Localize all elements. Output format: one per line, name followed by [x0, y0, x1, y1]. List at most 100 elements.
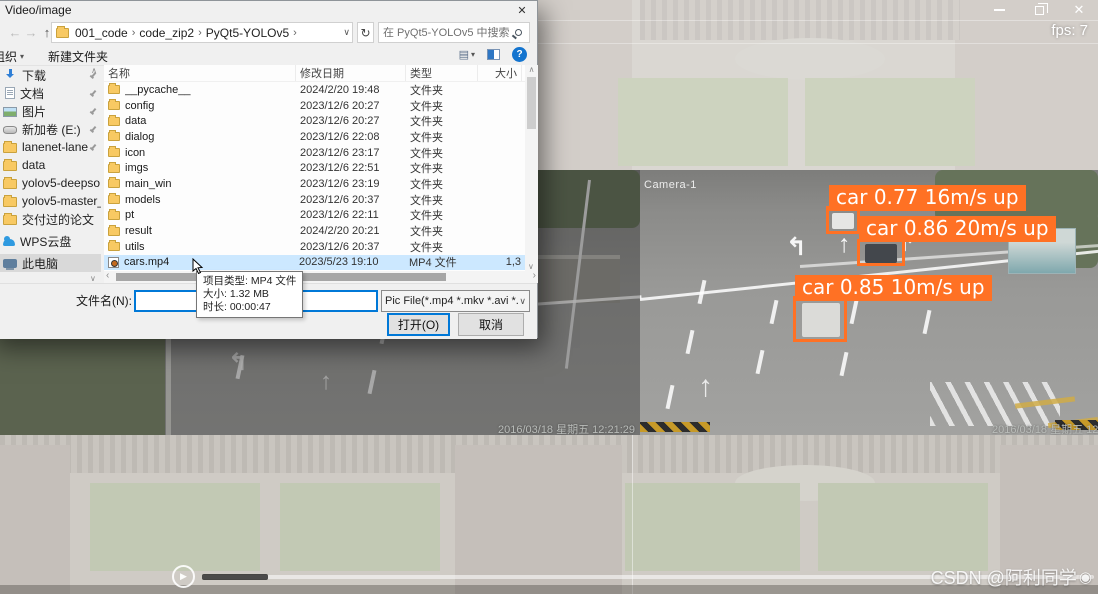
- scroll-down-icon[interactable]: ∨: [90, 274, 96, 283]
- file-date: 2023/12/6 22:51: [300, 162, 410, 174]
- help-button[interactable]: ?: [512, 47, 527, 62]
- sidebar-item-图片[interactable]: 图片: [0, 102, 101, 120]
- column-date[interactable]: 修改日期: [296, 65, 406, 81]
- picture-icon: [3, 107, 17, 117]
- scrollbar-thumb[interactable]: [527, 77, 536, 129]
- breadcrumb-item[interactable]: 001_code: [72, 26, 131, 40]
- sidebar-item-yolov5-deepso[interactable]: yolov5-deepso: [0, 174, 101, 192]
- file-type: 文件夹: [410, 98, 482, 114]
- sidebar-item-yolov5-master_[interactable]: yolov5-master_: [0, 192, 101, 210]
- drive-icon: [3, 126, 17, 134]
- view-mode-button[interactable]: ▤ ▾: [459, 48, 475, 61]
- cloud-icon: [3, 239, 15, 246]
- sidebar-item-交付过的论文[interactable]: 交付过的论文: [0, 210, 101, 228]
- file-date: 2023/12/6 23:17: [300, 147, 410, 159]
- play-button[interactable]: ▶: [172, 565, 195, 588]
- open-button[interactable]: 打开(O): [387, 313, 450, 336]
- folder-icon: [3, 179, 17, 189]
- file-name: utils: [125, 241, 300, 253]
- file-name: dialog: [125, 131, 300, 143]
- close-button[interactable]: ✕: [1066, 2, 1092, 18]
- file-row-main_win[interactable]: main_win 2023/12/6 23:19 文件夹: [104, 176, 525, 192]
- file-name: imgs: [125, 162, 300, 174]
- search-input[interactable]: [379, 27, 515, 39]
- scroll-up-icon[interactable]: ∧: [529, 65, 535, 74]
- sidebar-item-WPS云盘[interactable]: WPS云盘: [0, 232, 101, 250]
- tooltip-line: 时长: 00:00:47: [203, 301, 296, 314]
- play-icon: ▶: [180, 571, 187, 582]
- sidebar-item-新加卷 (E:)[interactable]: 新加卷 (E:): [0, 120, 101, 138]
- breadcrumb-item[interactable]: code_zip2: [136, 26, 197, 40]
- watermark-text: CSDN @阿利同学: [931, 564, 1077, 590]
- pc-icon: [3, 259, 17, 268]
- file-date: 2023/12/6 23:19: [300, 178, 410, 190]
- filetype-dropdown[interactable]: Pic File(*.mp4 *.mkv *.avi *.fh ∨: [381, 290, 530, 312]
- breadcrumb[interactable]: 001_code›code_zip2›PyQt5-YOLOv5› ∨: [51, 22, 353, 43]
- dialog-close-button[interactable]: ✕: [511, 2, 533, 18]
- file-list-hscrollbar[interactable]: ‹ ›: [104, 271, 538, 283]
- file-date: 2023/12/6 22:08: [300, 131, 410, 143]
- breadcrumb-item[interactable]: PyQt5-YOLOv5: [203, 26, 292, 40]
- file-type: 文件夹: [410, 160, 482, 176]
- file-type: 文件夹: [410, 82, 482, 98]
- forward-button[interactable]: →: [23, 25, 39, 40]
- back-button[interactable]: ←: [7, 25, 23, 40]
- file-row-imgs[interactable]: imgs 2023/12/6 22:51 文件夹: [104, 160, 525, 176]
- file-date: 2023/12/6 20:37: [300, 241, 410, 253]
- file-list: 名称 修改日期 类型 大小 __pycache__ 2024/2/20 19:4…: [104, 65, 525, 271]
- file-row-icon[interactable]: icon 2023/12/6 23:17 文件夹: [104, 145, 525, 161]
- file-type: MP4 文件: [409, 254, 481, 270]
- file-type: 文件夹: [410, 113, 482, 129]
- filename-label: 文件名(N):: [76, 292, 132, 309]
- scroll-left-icon[interactable]: ‹: [106, 270, 109, 281]
- sidebar-item-文档[interactable]: 文档: [0, 84, 101, 102]
- organize-label: 组织: [0, 48, 17, 65]
- file-row-config[interactable]: config 2023/12/6 20:27 文件夹: [104, 98, 525, 114]
- file-row-utils[interactable]: utils 2023/12/6 20:37 文件夹: [104, 239, 525, 255]
- column-type[interactable]: 类型: [406, 65, 478, 81]
- preview-pane-icon[interactable]: [487, 49, 500, 60]
- sidebar-item-lanenet-lane[interactable]: lanenet-lane: [0, 138, 101, 156]
- folder-icon: [3, 197, 17, 207]
- file-type: 文件夹: [410, 223, 482, 239]
- sidebar-item-data[interactable]: data: [0, 156, 101, 174]
- column-name[interactable]: 名称: [104, 65, 296, 81]
- fps-counter: fps: 7: [1051, 22, 1088, 39]
- organize-button[interactable]: 组织 ▾: [0, 48, 24, 65]
- navigation-bar: ← → ↑ 001_code›code_zip2›PyQt5-YOLOv5› ∨…: [0, 19, 537, 45]
- search-box: [378, 22, 530, 43]
- sidebar-item-此电脑[interactable]: 此电脑: [0, 254, 101, 272]
- restore-button[interactable]: [1026, 2, 1052, 18]
- file-row-data[interactable]: data 2023/12/6 20:27 文件夹: [104, 113, 525, 129]
- minimize-button[interactable]: [986, 2, 1012, 18]
- file-row-dialog[interactable]: dialog 2023/12/6 22:08 文件夹: [104, 129, 525, 145]
- file-tooltip: 项目类型: MP4 文件 大小: 1.32 MB 时长: 00:00:47: [196, 271, 303, 318]
- file-type: 文件夹: [410, 192, 482, 208]
- file-date: 2024/2/20 19:48: [300, 84, 410, 96]
- sidebar-item-label: WPS云盘: [20, 233, 71, 250]
- scroll-right-icon[interactable]: ›: [533, 270, 536, 281]
- detection-box-car2: [857, 239, 905, 266]
- file-row-result[interactable]: result 2024/2/20 20:21 文件夹: [104, 223, 525, 239]
- file-type: 文件夹: [410, 129, 482, 145]
- file-date: 2023/12/6 20:37: [300, 194, 410, 206]
- scroll-up-icon[interactable]: ∧: [91, 66, 97, 75]
- new-folder-label: 新建文件夹: [48, 48, 108, 65]
- file-row-pt[interactable]: pt 2023/12/6 22:11 文件夹: [104, 208, 525, 224]
- new-folder-button[interactable]: 新建文件夹: [48, 48, 108, 65]
- refresh-button[interactable]: ↻: [357, 22, 374, 43]
- sidebar-item-下载[interactable]: 下载: [0, 66, 101, 84]
- chevron-down-icon[interactable]: ∨: [343, 27, 350, 38]
- file-icon: [108, 211, 120, 220]
- restore-icon: [1035, 6, 1044, 15]
- sidebar-item-label: 下载: [22, 67, 46, 84]
- cancel-button[interactable]: 取消: [458, 313, 524, 336]
- file-list-vscrollbar[interactable]: ∧ ∨: [525, 65, 538, 271]
- column-size[interactable]: 大小: [478, 65, 522, 81]
- dialog-titlebar[interactable]: Video/image: [0, 1, 537, 19]
- file-row-cars.mp4[interactable]: cars.mp4 2023/5/23 19:10 MP4 文件 1,3: [104, 255, 525, 271]
- sidebar-scrollbar[interactable]: ∧ ∨: [88, 66, 100, 283]
- file-row-models[interactable]: models 2023/12/6 20:37 文件夹: [104, 192, 525, 208]
- file-row-__pycache__[interactable]: __pycache__ 2024/2/20 19:48 文件夹: [104, 82, 525, 98]
- file-type: 文件夹: [410, 239, 482, 255]
